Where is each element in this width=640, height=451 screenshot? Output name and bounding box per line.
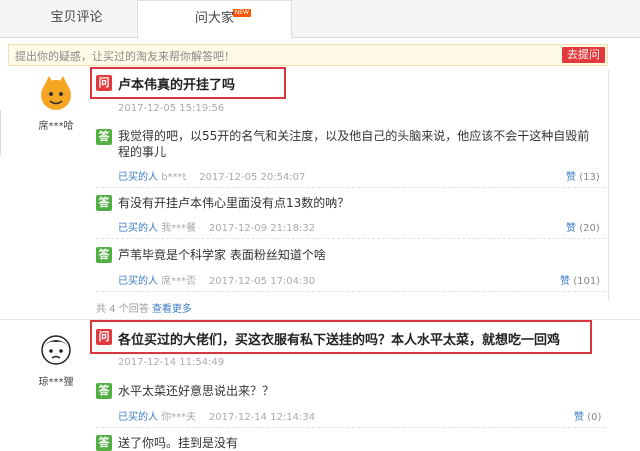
buyer-name: 席***否: [161, 276, 197, 287]
new-badge: NEW: [232, 9, 251, 17]
buyer-name: b***t: [161, 172, 187, 183]
buyer-label[interactable]: 已买的人: [118, 276, 158, 287]
ask-placeholder: 提出你的疑惑，让买过的淘友来帮你解答吧！: [15, 50, 235, 63]
question-badge: 问: [96, 75, 112, 91]
answer-divider: [96, 427, 606, 428]
answer-text: 有没有开挂卢本伟心里面没有点13数的呐？: [118, 196, 350, 210]
answer-divider: [96, 291, 606, 292]
answer-meta: 已买的人 b***t 2017-12-05 20:54:07: [118, 168, 305, 183]
answer-time: 2017-12-05 17:04:30: [208, 276, 316, 287]
buyer-name: 你***夫: [161, 412, 197, 423]
like-button[interactable]: 赞 (0): [574, 408, 601, 423]
question-text[interactable]: 卢本伟真的开挂了吗: [118, 74, 235, 93]
answer-meta: 已买的人 席***否 2017-12-05 17:04:30: [118, 272, 315, 287]
answer-badge: 答: [96, 195, 112, 211]
tab-ask-everyone[interactable]: 问大家 NEW: [137, 0, 292, 39]
answer-divider: [96, 187, 606, 188]
left-rule: [0, 110, 1, 155]
answer-badge: 答: [96, 129, 112, 145]
answer-time: 2017-12-09 21:18:32: [208, 223, 316, 234]
tab-reviews[interactable]: 宝贝评论: [14, 0, 139, 38]
question-text[interactable]: 各位买过的大佬们，买这衣服有私下送挂的吗？本人水平太菜，就想吃一回鸡: [118, 329, 560, 348]
like-button[interactable]: 赞 (101): [560, 272, 600, 287]
tab-ask-everyone-label: 问大家: [194, 11, 234, 26]
like-label: 赞: [566, 223, 576, 234]
buyer-name: 我***餐: [161, 223, 197, 234]
question-badge: 问: [96, 329, 112, 345]
answer-badge: 答: [96, 383, 112, 399]
avatar-icon: [37, 74, 75, 112]
like-count: (0): [587, 412, 602, 423]
like-label: 赞: [574, 412, 584, 423]
user-avatar-block[interactable]: 琼***狸: [26, 330, 86, 388]
like-count: (13): [579, 172, 600, 183]
like-label: 赞: [560, 276, 570, 287]
like-count: (20): [579, 223, 600, 234]
question-time: 2017-12-05 15:19:56: [118, 103, 225, 114]
buyer-label[interactable]: 已买的人: [118, 412, 158, 423]
answer-text: 送了你吗。挂到是没有: [118, 436, 239, 450]
question-time: 2017-12-14 11:54:49: [118, 357, 225, 368]
like-button[interactable]: 赞 (20): [566, 219, 600, 234]
answer-text: 我觉得的吧，以55开的名气和关注度，以及他自己的头脑来说，他应该不会干这种自毁前…: [118, 129, 590, 159]
answer-count-text: 共 4 个回答: [96, 304, 149, 315]
answer-text: 芦苇毕竟是个科学家 表面粉丝知道个啥: [118, 248, 326, 262]
answer-meta: 已买的人 你***夫 2017-12-14 12:14:34: [118, 408, 315, 423]
user-name: 琼***狸: [38, 377, 74, 388]
answer-time: 2017-12-05 20:54:07: [199, 172, 306, 183]
ask-button[interactable]: 去提问: [562, 47, 605, 63]
answer-meta: 已买的人 我***餐 2017-12-09 21:18:32: [118, 219, 315, 234]
answer-badge: 答: [96, 435, 112, 451]
buyer-label[interactable]: 已买的人: [118, 172, 158, 183]
avatar-icon: [37, 330, 75, 368]
right-rule: [608, 70, 609, 300]
user-avatar-block[interactable]: 席***哈: [26, 74, 86, 132]
tab-bar: 宝贝评论 问大家 NEW: [0, 0, 640, 39]
ask-question-bar[interactable]: 提出你的疑惑，让买过的淘友来帮你解答吧！ 去提问: [8, 44, 608, 66]
answer-time: 2017-12-14 12:14:34: [208, 412, 316, 423]
answer-count: 共 4 个回答 查看更多: [96, 300, 192, 315]
like-count: (101): [573, 276, 601, 287]
answer-divider: [96, 238, 606, 239]
answer-badge: 答: [96, 247, 112, 263]
user-name: 席***哈: [38, 121, 74, 132]
buyer-label[interactable]: 已买的人: [118, 223, 158, 234]
like-button[interactable]: 赞 (13): [566, 168, 600, 183]
view-more-link[interactable]: 查看更多: [152, 304, 192, 315]
like-label: 赞: [566, 172, 576, 183]
answer-text: 水平太菜还好意思说出来？？: [118, 384, 275, 398]
